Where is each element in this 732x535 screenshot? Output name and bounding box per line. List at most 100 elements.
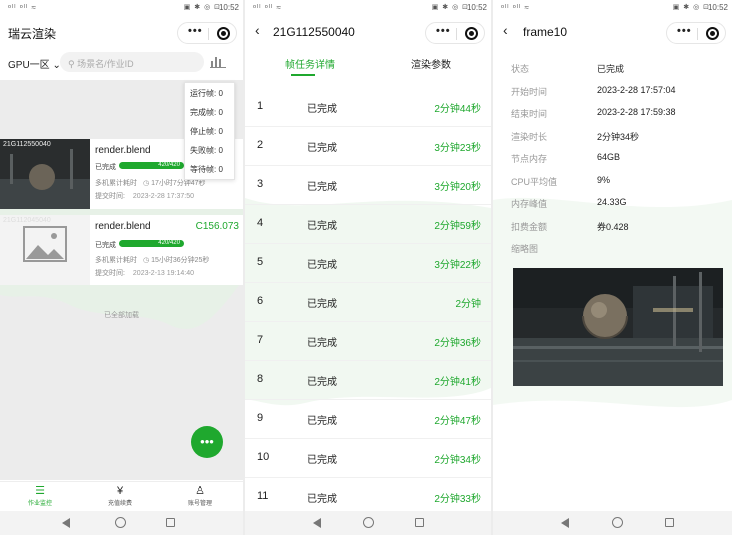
frame-duration: 2分钟34秒: [434, 455, 481, 466]
frame-number: 4: [257, 217, 264, 229]
search-input[interactable]: ⚲ 场景名/作业ID: [60, 52, 204, 72]
recharge-icon: ¥: [116, 485, 124, 497]
chat-icon: •••: [200, 434, 214, 449]
home-nav-icon[interactable]: [115, 517, 126, 528]
more-icon[interactable]: •••: [188, 25, 203, 37]
mini-program-capsule[interactable]: •••: [425, 22, 485, 44]
frame-row[interactable]: 7 已完成 2分钟36秒: [245, 322, 491, 361]
clock-icon: ◷: [143, 180, 150, 187]
status-badge: 已完成: [95, 242, 116, 249]
tab-render-params[interactable]: 渲染参数: [411, 56, 451, 71]
tab-account[interactable]: ♙ 账号管理: [170, 485, 230, 507]
scene-name: render.blend: [95, 145, 151, 156]
frame-status: 已完成: [307, 338, 337, 349]
frame-duration: 2分钟: [455, 299, 481, 310]
frame-status: 已完成: [307, 260, 337, 271]
back-nav-icon[interactable]: [313, 518, 321, 528]
recents-nav-icon[interactable]: [166, 518, 175, 527]
tab-frame-details[interactable]: 帧任务详情: [285, 56, 335, 71]
chat-button[interactable]: •••: [191, 426, 223, 458]
nav-bar: 瑞云渲染 •••: [0, 16, 243, 50]
frame-number: 3: [257, 178, 264, 190]
account-icon: ♙: [195, 485, 205, 497]
stat-stopped: 停止帧: 0: [190, 127, 223, 136]
frame-status: 已完成: [307, 377, 337, 388]
frame-row[interactable]: 2 已完成 3分钟23秒: [245, 127, 491, 166]
nav-bar: ‹ 21G112550040 •••: [245, 16, 491, 50]
recents-nav-icon[interactable]: [665, 518, 674, 527]
close-target-icon[interactable]: [706, 27, 719, 40]
gpu-zone-label: GPU一区: [8, 60, 50, 71]
tab-bar: ☰ 作业监控 ¥ 充值续费 ♙ 账号管理: [0, 481, 243, 511]
frame-number: 5: [257, 256, 264, 268]
frame-row[interactable]: 9 已完成 2分钟47秒: [245, 400, 491, 439]
frame-row[interactable]: 5 已完成 3分钟22秒: [245, 244, 491, 283]
frame-row[interactable]: 6 已完成 2分钟: [245, 283, 491, 322]
render-thumbnail[interactable]: [513, 268, 723, 386]
submit-time-value: 2023-2-28 17:37:50: [132, 193, 195, 200]
tab-job-monitor[interactable]: ☰ 作业监控: [10, 485, 70, 507]
clock-icon: ◷: [143, 257, 150, 264]
mini-program-capsule[interactable]: •••: [177, 22, 237, 44]
filter-row: GPU一区 ⌄ ⚲ 场景名/作业ID: [0, 50, 243, 76]
frame-stats-dropdown: 运行帧: 0 完成帧: 0 停止帧: 0 失败帧: 0 等待帧: 0: [184, 82, 235, 180]
frame-row[interactable]: 3 已完成 3分钟20秒: [245, 166, 491, 205]
mini-program-capsule[interactable]: •••: [666, 22, 726, 44]
multi-time-label: 多机累计耗时: [95, 180, 137, 187]
detail-key: 结束时间: [511, 109, 548, 119]
detail-key: 缩略图: [511, 244, 539, 254]
frame-duration: 2分钟59秒: [434, 221, 481, 232]
stat-waiting: 等待帧: 0: [190, 165, 223, 174]
home-nav-icon[interactable]: [612, 517, 623, 528]
frame-row[interactable]: 8 已完成 2分钟41秒: [245, 361, 491, 400]
frame-row[interactable]: 10 已完成 2分钟34秒: [245, 439, 491, 478]
search-placeholder: 场景名/作业ID: [77, 59, 134, 69]
page-title: 瑞云渲染: [8, 27, 57, 41]
job-thumbnail: [0, 215, 90, 285]
progress-bar: 420/420: [119, 240, 184, 247]
system-nav-bar: [0, 511, 243, 535]
detail-tabs: 帧任务详情 渲染参数: [245, 50, 491, 80]
back-arrow-icon[interactable]: ‹: [255, 22, 260, 38]
tab-label: 充值续费: [107, 501, 132, 507]
detail-value: 24.33G: [597, 197, 627, 207]
frame-duration: 2分钟44秒: [434, 104, 481, 115]
frame-row[interactable]: 4 已完成 2分钟59秒: [245, 205, 491, 244]
multi-time-label: 多机累计耗时: [95, 257, 137, 264]
detail-key: 状态: [511, 64, 530, 74]
tab-recharge[interactable]: ¥ 充值续费: [90, 485, 150, 507]
close-target-icon[interactable]: [217, 27, 230, 40]
stat-failed: 失败帧: 0: [190, 146, 223, 155]
job-monitor-icon: ☰: [35, 485, 45, 497]
gpu-zone-select[interactable]: GPU一区 ⌄: [8, 56, 61, 71]
frame-status: 已完成: [307, 143, 337, 154]
clock: 10:52: [466, 3, 487, 12]
back-arrow-icon[interactable]: ‹: [503, 22, 508, 38]
frame-row[interactable]: 1 已完成 2分钟44秒: [245, 88, 491, 127]
home-nav-icon[interactable]: [363, 517, 374, 528]
recents-nav-icon[interactable]: [415, 518, 424, 527]
frame-status: 已完成: [307, 416, 337, 427]
detail-value: 已完成: [597, 64, 625, 74]
job-id-label: 21G112045040: [3, 217, 51, 224]
detail-value: 64GB: [597, 152, 621, 162]
stat-completed: 完成帧: 0: [190, 108, 223, 117]
frame-status: 已完成: [307, 104, 337, 115]
back-nav-icon[interactable]: [561, 518, 569, 528]
multi-time-value: 15小时36分钟25秒: [151, 257, 210, 264]
tab-label: 作业监控: [27, 501, 52, 507]
detail-key: 节点内存: [511, 154, 548, 164]
stats-chart-icon[interactable]: [210, 54, 226, 71]
more-icon[interactable]: •••: [677, 25, 692, 37]
job-card[interactable]: 21G112045040 render.blend C156.073 已完成 4…: [0, 215, 243, 285]
frame-number: 6: [257, 295, 264, 307]
multi-time-value: 17小时7分钟47秒: [151, 180, 206, 187]
back-nav-icon[interactable]: [62, 518, 70, 528]
status-bar: ᵒˡˡ ᵒˡˡ ≈ ▣ ✱ ◎ ⊡ 10:52: [493, 0, 732, 16]
submit-time: 提交时间: 2023-2-28 17:37:50: [95, 191, 194, 201]
detail-key: 渲染时长: [511, 131, 548, 142]
detail-row-memory: 节点内存 64GB: [493, 148, 732, 170]
frame-duration: 2分钟33秒: [434, 494, 481, 505]
more-icon[interactable]: •••: [436, 25, 451, 37]
close-target-icon[interactable]: [465, 27, 478, 40]
